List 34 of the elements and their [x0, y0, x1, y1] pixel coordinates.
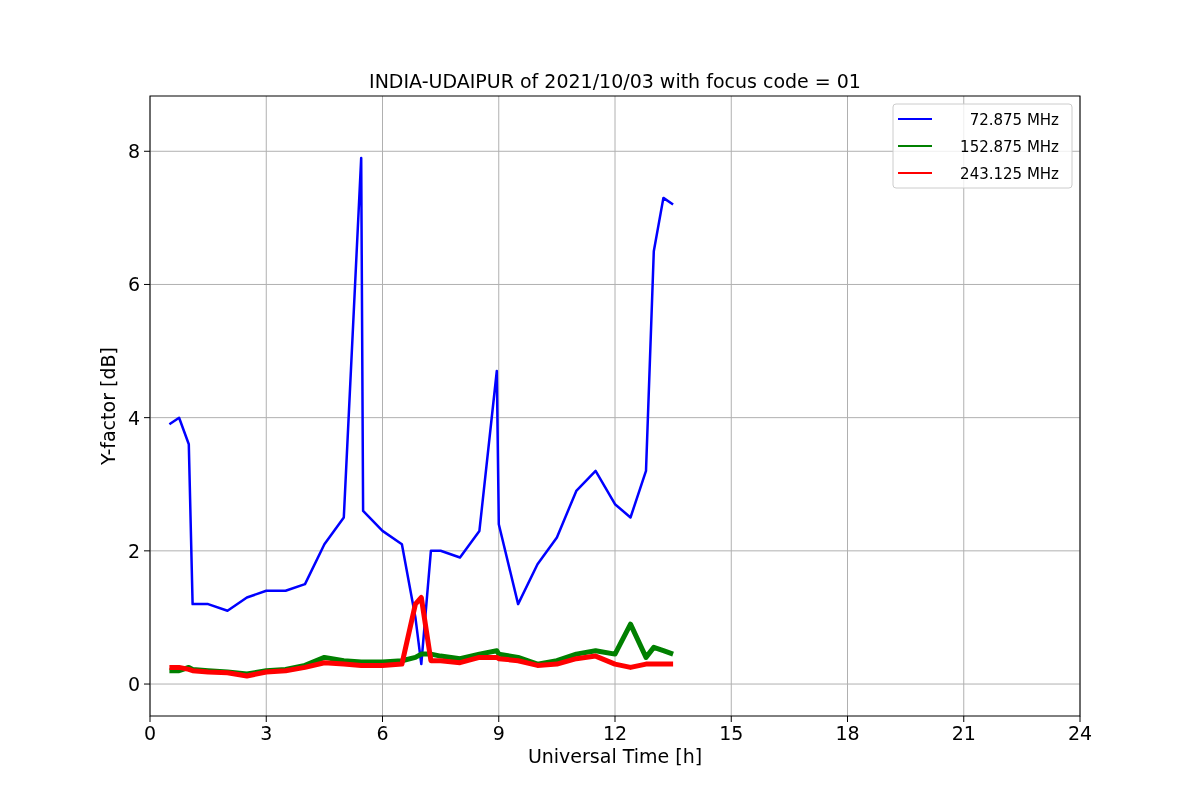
y-tick-label: 0	[127, 673, 140, 696]
tick-mark	[382, 715, 383, 723]
tick-mark	[614, 715, 616, 723]
y-axis-label: Y-factor [dB]	[97, 347, 119, 465]
legend-label: 72.875 MHz	[969, 111, 1059, 129]
x-tick-label: 21	[951, 722, 976, 744]
y-tick-label: 6	[127, 273, 140, 296]
x-tick-label: 3	[260, 722, 273, 744]
tick-mark	[963, 715, 965, 723]
tick-mark	[265, 715, 267, 723]
y-tick-label: 2	[127, 539, 140, 562]
x-tick-label: 18	[835, 722, 860, 744]
x-tick-label: 15	[719, 722, 744, 744]
legend-label: 243.125 MHz	[960, 165, 1059, 183]
tick-mark	[143, 150, 151, 152]
legend-label: 152.875 MHz	[960, 138, 1059, 156]
x-tick-label: 0	[143, 722, 157, 744]
x-tick-label: 12	[602, 722, 628, 744]
tick-mark	[149, 715, 151, 723]
x-axis-label: Universal Time [h]	[527, 745, 703, 767]
x-tick-label: 24	[1067, 722, 1093, 744]
y-tick-label: 4	[127, 406, 140, 429]
tick-mark	[1079, 715, 1081, 723]
tick-mark	[143, 550, 151, 552]
tick-mark	[498, 715, 500, 723]
tick-mark	[143, 283, 151, 285]
x-tick-label: 6	[376, 722, 389, 744]
chart-title: INDIA-UDAIPUR of 2021/10/03 with focus code = 01	[369, 70, 861, 92]
tick-mark	[730, 715, 732, 723]
tick-mark	[143, 683, 151, 685]
x-tick-label: 9	[492, 722, 505, 744]
tick-mark	[847, 715, 848, 723]
tick-mark	[143, 417, 151, 419]
y-tick-label: 8	[127, 140, 140, 163]
